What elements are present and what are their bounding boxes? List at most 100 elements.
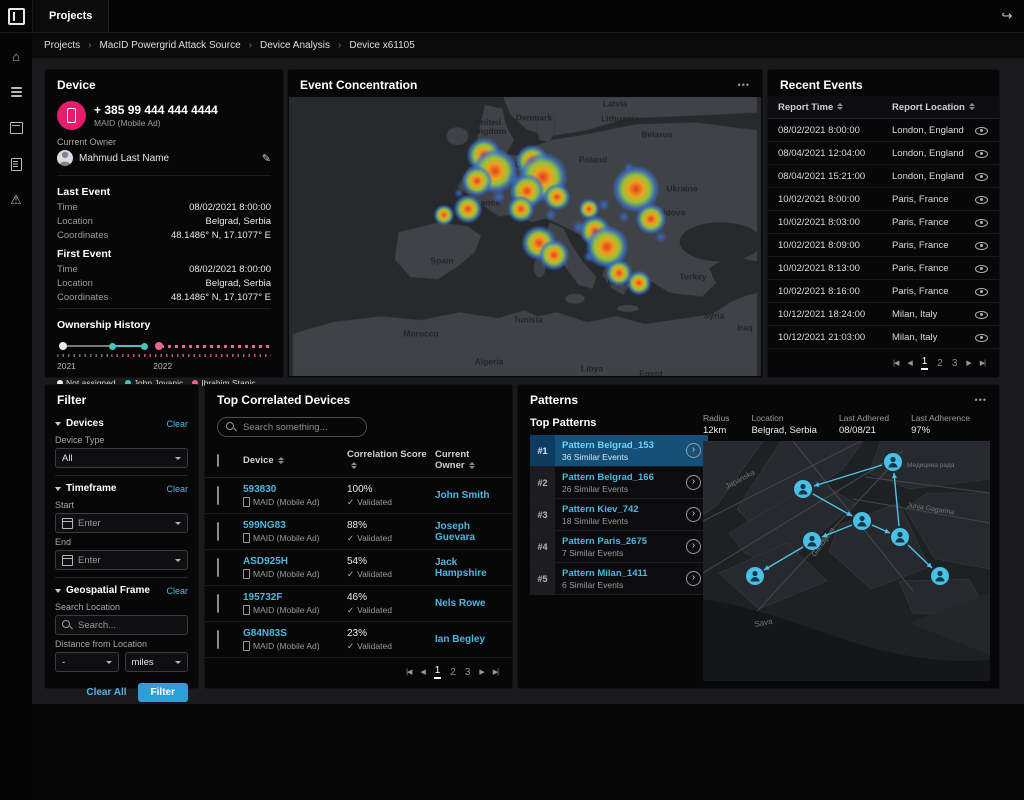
open-pattern-icon[interactable]: › (686, 539, 701, 554)
view-icon[interactable] (975, 170, 989, 182)
edit-icon[interactable]: ✎ (262, 152, 271, 165)
tab-projects[interactable]: Projects (33, 0, 109, 32)
view-icon[interactable] (975, 147, 989, 159)
chevron-down-icon (106, 661, 112, 664)
open-pattern-icon[interactable]: › (686, 571, 701, 586)
owner-link[interactable]: Joseph Guevara (435, 521, 500, 543)
column-report-time[interactable]: Report Time (778, 102, 892, 113)
distance-value-select[interactable]: - (55, 652, 119, 672)
open-pattern-icon[interactable]: › (686, 443, 701, 458)
select-all-checkbox[interactable] (217, 454, 219, 467)
correlated-search-input[interactable]: Search something... (217, 417, 367, 437)
breadcrumb-project-name[interactable]: MacID Powergrid Attack Source (99, 40, 240, 51)
breadcrumb-projects[interactable]: Projects (44, 40, 80, 51)
app-logo[interactable] (0, 0, 33, 32)
breadcrumb-device-analysis[interactable]: Device Analysis (260, 40, 330, 51)
column-report-location[interactable]: Report Location (892, 102, 989, 113)
first-page-icon[interactable]: |◀ (893, 359, 898, 367)
page-number[interactable]: 1 (434, 665, 442, 679)
column-owner[interactable]: Current Owner (435, 450, 500, 472)
geospatial-section-header[interactable]: Geospatial Frame Clear (45, 578, 198, 599)
page-number[interactable]: 3 (465, 667, 471, 678)
owner-link[interactable]: John Smith (435, 490, 500, 501)
open-pattern-icon[interactable]: › (686, 507, 701, 522)
person-node[interactable] (803, 532, 821, 550)
panel-menu-icon[interactable]: ••• (738, 80, 750, 90)
page-number[interactable]: 3 (952, 358, 958, 369)
device-type: MAID (Mobile Ad) (94, 118, 218, 128)
view-icon[interactable] (975, 285, 989, 297)
device-id-link[interactable]: G84N83S (243, 628, 347, 639)
event-concentration-title: Event Concentration (300, 78, 417, 92)
list-icon[interactable] (8, 84, 24, 100)
pattern-list-item[interactable]: #4 Pattern Paris_26757 Similar Events › (530, 531, 708, 563)
device-id-link[interactable]: 599NG83 (243, 520, 347, 531)
prev-page-icon[interactable]: ◀ (907, 359, 911, 367)
page-number[interactable]: 1 (921, 356, 929, 370)
row-checkbox[interactable] (217, 486, 219, 505)
end-date-input[interactable]: Enter (55, 550, 188, 570)
pattern-list-item[interactable]: #5 Pattern Milan_14116 Similar Events › (530, 563, 708, 595)
person-node[interactable] (884, 453, 902, 471)
pattern-list-item[interactable]: #1 Pattern Belgrad_15336 Similar Events … (530, 435, 708, 467)
start-date-input[interactable]: Enter (55, 513, 188, 533)
europe-heatmap[interactable]: United Kingdom Denmark Latvia Lithuania … (289, 97, 761, 376)
clear-timeframe-link[interactable]: Clear (166, 484, 188, 494)
row-checkbox[interactable] (217, 522, 219, 541)
document-icon[interactable] (8, 156, 24, 172)
person-node[interactable] (794, 480, 812, 498)
clear-all-link[interactable]: Clear All (86, 687, 126, 698)
pattern-list-item[interactable]: #2 Pattern Belgrad_16626 Similar Events … (530, 467, 708, 499)
archive-icon[interactable] (8, 120, 24, 136)
timeframe-section-header[interactable]: Timeframe Clear (45, 476, 198, 497)
column-device[interactable]: Device (243, 456, 347, 467)
view-icon[interactable] (975, 308, 989, 320)
open-pattern-icon[interactable]: › (686, 475, 701, 490)
pattern-map[interactable]: Japanska Медицина рада Jurija Gagarina G… (703, 441, 990, 681)
view-icon[interactable] (975, 216, 989, 228)
country-label: Lithuania (601, 115, 639, 124)
panel-menu-icon[interactable]: ••• (975, 395, 987, 405)
person-node[interactable] (746, 567, 764, 585)
view-icon[interactable] (975, 239, 989, 251)
clear-geospatial-link[interactable]: Clear (166, 586, 188, 596)
forward-arrow-icon[interactable]: ↪ (990, 8, 1024, 24)
page-number[interactable]: 2 (450, 667, 456, 678)
device-id-link[interactable]: 195732F (243, 592, 347, 603)
clear-devices-link[interactable]: Clear (166, 419, 188, 429)
next-page-icon[interactable]: ▶ (966, 359, 970, 367)
country-label: Poland (579, 156, 607, 165)
pattern-list-item[interactable]: #3 Pattern Kiev_74218 Similar Events › (530, 499, 708, 531)
apply-filter-button[interactable]: Filter (138, 683, 188, 702)
distance-unit-select[interactable]: miles (125, 652, 189, 672)
row-checkbox[interactable] (217, 630, 219, 649)
owner-link[interactable]: Ian Begley (435, 634, 500, 645)
person-node[interactable] (891, 528, 909, 546)
alert-icon[interactable]: ⚠ (8, 192, 24, 208)
last-page-icon[interactable]: ▶| (980, 359, 985, 367)
last-page-icon[interactable]: ▶| (493, 668, 498, 676)
device-id-link[interactable]: ASD925H (243, 556, 347, 567)
search-location-input[interactable]: Search... (55, 615, 188, 635)
row-checkbox[interactable] (217, 594, 219, 613)
devices-section-header[interactable]: Devices Clear (45, 411, 198, 432)
next-page-icon[interactable]: ▶ (479, 668, 483, 676)
view-icon[interactable] (975, 331, 989, 343)
person-node[interactable] (853, 512, 871, 530)
chevron-down-icon (55, 422, 61, 426)
street-label: Медицина рада (907, 462, 955, 469)
row-checkbox[interactable] (217, 558, 219, 577)
view-icon[interactable] (975, 193, 989, 205)
device-type-select[interactable]: All (55, 448, 188, 468)
page-number[interactable]: 2 (937, 358, 943, 369)
person-node[interactable] (931, 567, 949, 585)
view-icon[interactable] (975, 124, 989, 136)
owner-link[interactable]: Nels Rowe (435, 598, 500, 609)
home-icon[interactable]: ⌂ (8, 48, 24, 64)
device-id-link[interactable]: 593830 (243, 484, 347, 495)
view-icon[interactable] (975, 262, 989, 274)
prev-page-icon[interactable]: ◀ (420, 668, 424, 676)
column-score[interactable]: Correlation Score (347, 450, 435, 472)
owner-link[interactable]: Jack Hampshire (435, 557, 500, 579)
first-page-icon[interactable]: |◀ (406, 668, 411, 676)
